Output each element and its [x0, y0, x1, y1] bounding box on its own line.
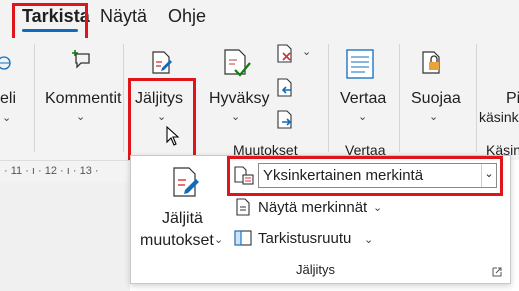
group-separator	[399, 44, 400, 152]
review-pane-icon	[234, 230, 252, 251]
accept-button[interactable]: Hyväksy	[209, 90, 269, 108]
ruler-ticks: · 11 · ı · 12 · ı · 13 ·	[4, 165, 99, 177]
track-changes-label[interactable]: Jäljitä	[162, 210, 203, 228]
group-separator	[34, 44, 35, 152]
tab-highlight-box	[12, 3, 88, 41]
partial-label-right-2: käsink	[479, 109, 519, 125]
chevron-down-icon[interactable]: ⌄	[76, 110, 85, 123]
chevron-down-icon: ⌄	[2, 112, 12, 124]
show-markup-button[interactable]: Näytä merkinnät	[258, 199, 367, 216]
group-separator	[123, 44, 124, 152]
previous-change-icon[interactable]	[276, 78, 294, 103]
reject-icon[interactable]	[276, 44, 294, 69]
markup-highlight-box	[227, 156, 503, 196]
globe-icon	[0, 56, 12, 70]
tab-nayta[interactable]: Näytä	[100, 6, 147, 27]
accept-icon	[221, 48, 253, 85]
document-area[interactable]	[0, 182, 130, 291]
chevron-down-icon[interactable]: ⌄	[429, 110, 438, 123]
compare-button[interactable]: Vertaa	[340, 90, 386, 108]
partial-label-right-1: Pi	[506, 90, 519, 107]
partial-label-left: eli	[0, 90, 17, 107]
comments-button[interactable]: Kommentit	[45, 90, 121, 108]
track-changes-icon	[170, 166, 202, 205]
next-change-icon[interactable]	[276, 110, 294, 135]
chevron-down-icon[interactable]: ⌄	[214, 233, 223, 246]
track-changes-icon	[150, 50, 174, 81]
chevron-down-icon[interactable]: ⌄	[302, 45, 311, 58]
group-separator	[328, 44, 329, 152]
track-changes-button[interactable]: muutokset	[140, 232, 214, 250]
ruler: · 11 · ı · 12 · ı · 13 ·	[0, 160, 140, 183]
chevron-down-icon[interactable]: ⌄	[231, 110, 240, 123]
new-comment-icon	[71, 48, 93, 75]
chevron-down-icon[interactable]: ⌄	[373, 201, 382, 214]
tab-ohje[interactable]: Ohje	[168, 6, 206, 27]
tracking-group-label: Jäljitys	[296, 262, 336, 277]
chevron-down-icon[interactable]: ⌄	[358, 110, 367, 123]
review-pane-button[interactable]: Tarkistusruutu	[258, 230, 351, 247]
ribbon: eli ⌄ Kommentit ⌄ Jäljitys ⌄ Hyväksy ⌄ ⌄…	[0, 38, 519, 196]
chevron-down-icon[interactable]: ⌄	[364, 233, 373, 246]
protect-icon	[420, 50, 444, 81]
compare-icon	[345, 48, 375, 85]
dialog-launcher-icon[interactable]	[492, 264, 502, 282]
show-markup-icon	[235, 198, 251, 221]
group-separator	[476, 44, 477, 152]
protect-button[interactable]: Suojaa	[411, 90, 461, 108]
